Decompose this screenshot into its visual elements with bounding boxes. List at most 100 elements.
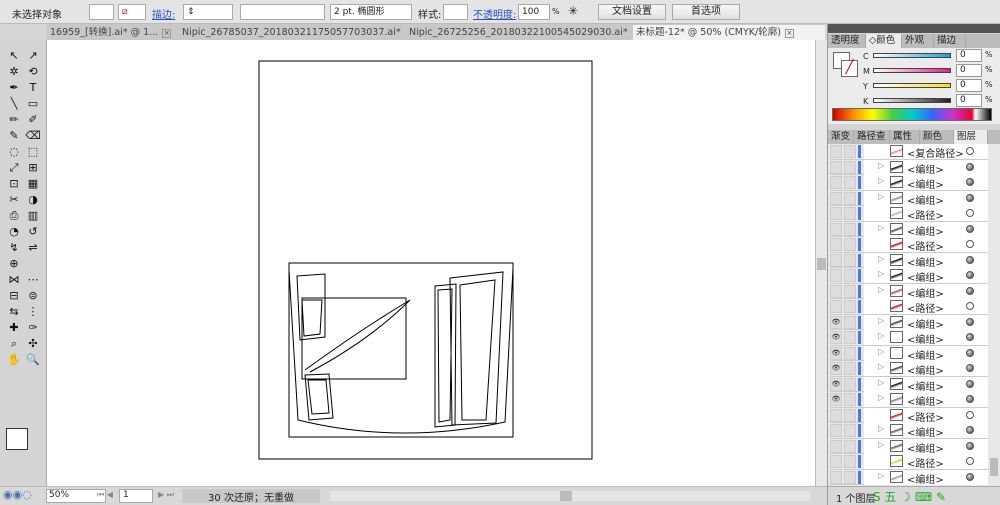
layer-item[interactable]: <路径> xyxy=(864,454,988,470)
channel-slider[interactable] xyxy=(873,83,951,88)
lock-toggle[interactable] xyxy=(844,393,856,406)
layer-row[interactable]: ▷ <编组> xyxy=(830,221,988,238)
scroll-thumb[interactable] xyxy=(560,491,572,501)
brush-select[interactable]: 2 pt. 椭圆形 xyxy=(330,4,412,20)
visibility-toggle[interactable] xyxy=(830,408,842,422)
lock-toggle[interactable] xyxy=(844,269,856,282)
tool-icon[interactable]: ↯ xyxy=(5,240,23,255)
visibility-toggle[interactable] xyxy=(830,207,842,220)
tool-icon[interactable]: ⊕ xyxy=(5,256,23,271)
layer-row[interactable]: 👁 ▷ <编组> xyxy=(830,392,988,408)
target-icon[interactable] xyxy=(966,286,974,295)
visibility-toggle[interactable] xyxy=(830,191,842,205)
layer-row[interactable]: ▷ <编组> xyxy=(830,469,988,486)
target-icon[interactable] xyxy=(966,364,974,372)
expand-triangle-icon[interactable]: ▷ xyxy=(878,254,884,263)
lock-toggle[interactable] xyxy=(844,222,856,236)
layer-row[interactable]: ▷ <编组> xyxy=(830,175,988,191)
tool-icon[interactable]: ▥ xyxy=(24,208,42,223)
lock-toggle[interactable] xyxy=(844,377,856,391)
eye-icon[interactable]: 👁 xyxy=(830,346,842,360)
visibility-toggle[interactable] xyxy=(830,455,842,468)
fill-stroke-icon[interactable] xyxy=(6,428,28,450)
target-icon[interactable] xyxy=(966,379,974,388)
lock-toggle[interactable] xyxy=(844,470,856,484)
tab-doc-1[interactable]: 16959_[转换].ai* @ 1... × xyxy=(47,25,177,40)
target-icon[interactable] xyxy=(966,271,974,279)
channel-value[interactable]: 0 xyxy=(956,94,982,107)
scroll-thumb[interactable] xyxy=(817,258,826,270)
target-icon[interactable] xyxy=(966,426,974,434)
layer-row[interactable]: ▷ <编组> xyxy=(830,159,988,176)
tool-icon[interactable]: ✎ xyxy=(5,128,23,143)
layer-item[interactable]: ▷ <编组> xyxy=(864,221,988,238)
layer-row[interactable]: ▷ <编组> xyxy=(830,190,988,207)
layer-item[interactable]: <路径> xyxy=(864,237,988,253)
expand-triangle-icon[interactable]: ▷ xyxy=(878,223,884,232)
target-icon[interactable] xyxy=(966,162,974,171)
expand-triangle-icon[interactable]: ▷ xyxy=(878,471,884,480)
eye-icon[interactable]: 👁 xyxy=(830,315,842,329)
expand-triangle-icon[interactable]: ▷ xyxy=(878,378,884,387)
target-icon[interactable] xyxy=(966,333,974,341)
lock-toggle[interactable] xyxy=(844,331,856,344)
expand-triangle-icon[interactable]: ▷ xyxy=(878,424,884,433)
visibility-toggle[interactable] xyxy=(830,176,842,189)
close-icon[interactable]: × xyxy=(784,29,794,38)
target-icon[interactable] xyxy=(966,193,974,202)
layer-row[interactable]: 👁 ▷ <编组> xyxy=(830,361,988,377)
layer-item[interactable]: ▷ <编组> xyxy=(864,268,988,284)
stroke-none-swatch[interactable]: ╱ xyxy=(841,60,858,77)
channel-slider[interactable] xyxy=(873,53,951,58)
target-icon[interactable] xyxy=(966,395,974,403)
layer-item[interactable]: <路径> xyxy=(864,407,988,424)
stroke-swatch[interactable]: ⧄ xyxy=(118,4,146,20)
layer-item[interactable]: ▷ <编组> xyxy=(864,438,988,455)
visibility-toggle[interactable] xyxy=(830,470,842,484)
tool-icon[interactable]: ✚ xyxy=(5,320,23,335)
tool-icon[interactable]: ⎙ xyxy=(5,208,23,223)
panel-tab[interactable]: 属性 xyxy=(890,130,920,144)
tool-icon[interactable]: ↖ xyxy=(5,48,23,63)
layer-item[interactable]: ▷ <编组> xyxy=(864,423,988,439)
expand-triangle-icon[interactable]: ▷ xyxy=(878,192,884,201)
channel-value[interactable]: 0 xyxy=(956,64,982,77)
eye-icon[interactable]: 👁 xyxy=(830,393,842,406)
tool-icon[interactable]: ✲ xyxy=(5,64,23,79)
document-setup-button[interactable]: 文档设置 xyxy=(598,4,666,20)
tab-doc-2[interactable]: Nipic_26785037_20180321175057703037.ai*× xyxy=(179,25,404,40)
tool-icon[interactable]: ⬚ xyxy=(24,144,42,159)
lock-toggle[interactable] xyxy=(844,160,856,174)
layer-row[interactable]: 👁 ▷ <编组> xyxy=(830,314,988,331)
style-select[interactable] xyxy=(443,4,468,20)
target-icon[interactable] xyxy=(966,317,974,326)
layer-row[interactable]: 👁 ▷ <编组> xyxy=(830,376,988,393)
visibility-toggle[interactable] xyxy=(830,253,842,267)
panel-tab[interactable]: 颜色参 xyxy=(920,130,954,156)
lock-toggle[interactable] xyxy=(844,408,856,422)
target-icon[interactable] xyxy=(966,472,974,481)
horizontal-scrollbar[interactable] xyxy=(330,491,810,501)
target-icon[interactable] xyxy=(966,147,974,155)
expand-triangle-icon[interactable]: ▷ xyxy=(878,161,884,170)
panel-tab[interactable]: ◇颜色 xyxy=(866,34,902,48)
expand-triangle-icon[interactable]: ▷ xyxy=(878,285,884,294)
expand-triangle-icon[interactable]: ▷ xyxy=(878,347,884,356)
layer-row[interactable]: <路径> xyxy=(830,206,988,222)
layer-item[interactable]: ▷ <编组> xyxy=(864,469,988,486)
tool-icon[interactable]: ◔ xyxy=(5,224,23,239)
lock-toggle[interactable] xyxy=(844,191,856,205)
panel-tab[interactable]: 描边 xyxy=(934,34,966,48)
tool-icon[interactable]: ◌ xyxy=(5,144,23,159)
visibility-toggle[interactable] xyxy=(830,222,842,236)
preferences-button[interactable]: 首选项 xyxy=(672,4,740,20)
expand-triangle-icon[interactable]: ▷ xyxy=(878,269,884,278)
tool-icon[interactable]: ⋈ xyxy=(5,272,23,287)
status-info[interactable]: 30 次还原；无重做 xyxy=(182,489,320,504)
layer-row[interactable]: 👁 ▷ <编组> xyxy=(830,345,988,362)
screen-mode-icons[interactable]: ◉◉◌ xyxy=(3,488,32,501)
layer-item[interactable]: ▷ <编组> xyxy=(864,361,988,377)
lock-toggle[interactable] xyxy=(844,176,856,189)
tool-icon[interactable]: ⊞ xyxy=(24,160,42,175)
expand-triangle-icon[interactable]: ▷ xyxy=(878,316,884,325)
